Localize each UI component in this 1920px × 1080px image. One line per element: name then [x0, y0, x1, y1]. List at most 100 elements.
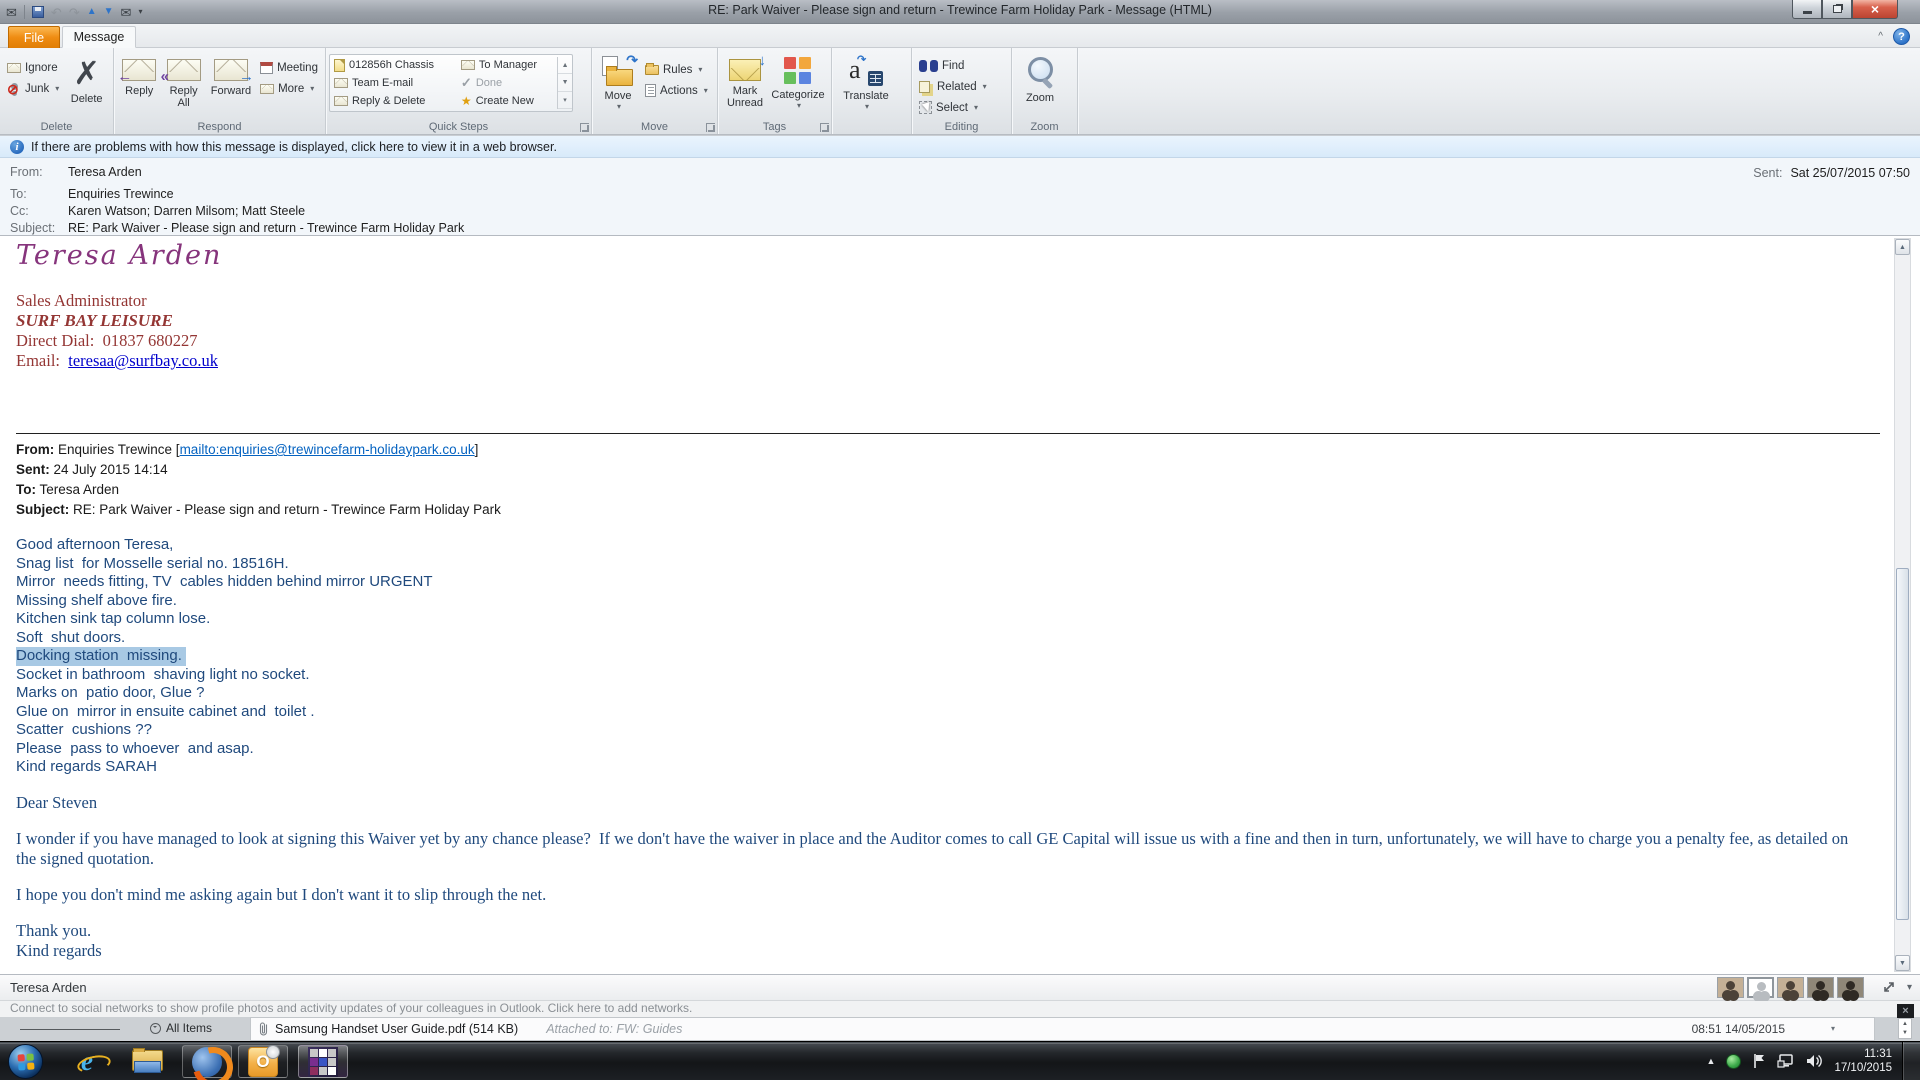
quick-step-reply-delete[interactable]: Reply & Delete — [334, 93, 461, 109]
more-button[interactable]: More▾ — [256, 78, 322, 99]
find-button[interactable]: Find — [915, 55, 991, 76]
show-desktop-button[interactable] — [1902, 1042, 1920, 1080]
volume-icon[interactable] — [1806, 1053, 1823, 1069]
minimize-button[interactable] — [1792, 0, 1822, 19]
scroll-spinner[interactable]: ▲ ▼ — [1898, 1018, 1912, 1039]
avatar[interactable] — [1777, 977, 1804, 998]
action-center-flag-icon[interactable] — [1752, 1053, 1766, 1069]
window-title: RE: Park Waiver - Please sign and return… — [300, 3, 1620, 17]
avatar-selected[interactable] — [1747, 977, 1774, 998]
tab-file[interactable]: File — [8, 26, 60, 48]
network-icon[interactable] — [1777, 1053, 1795, 1069]
tray-show-hidden-icon[interactable]: ▲ — [1707, 1056, 1716, 1066]
attachment-dropdown-icon[interactable]: ▾ — [1831, 1024, 1835, 1033]
quick-steps-more[interactable]: ▾ — [558, 92, 572, 109]
translate-button[interactable]: a ↷ Translate ▾ — [835, 51, 897, 119]
quick-steps-scroll-up[interactable]: ▲ — [558, 57, 572, 74]
actions-button[interactable]: Actions▾ — [641, 80, 712, 101]
expand-people-pane-icon[interactable] — [1883, 981, 1895, 993]
all-items-tab[interactable]: All Items — [150, 1021, 212, 1035]
redo-icon[interactable]: ↷ — [69, 6, 80, 19]
save-icon[interactable] — [32, 6, 44, 18]
delete-button[interactable]: ✗ Delete — [63, 51, 110, 119]
tags-dialog-launcher[interactable] — [820, 123, 829, 132]
mark-unread-button[interactable]: ↓ Mark Unread — [721, 51, 769, 119]
people-pane: Teresa Arden ▾ — [0, 975, 1920, 1001]
move-dialog-launcher[interactable] — [706, 123, 715, 132]
subject-value: RE: Park Waiver - Please sign and return… — [68, 221, 464, 235]
select-button[interactable]: Select▾ — [915, 97, 991, 118]
selected-text[interactable]: Docking station missing. — [16, 647, 186, 666]
quick-step-create-new[interactable]: ★ Create New — [461, 93, 555, 109]
taskbar-active-app[interactable] — [298, 1045, 348, 1078]
collapse-ribbon-icon[interactable]: ^ — [1878, 31, 1883, 42]
avatar[interactable] — [1717, 977, 1744, 998]
outlook-message-window: ✉ ↶ ↷ ▲ ▼ ✉ ▾ RE: Park Waiver - Please s… — [0, 0, 1920, 1080]
spinner-down-icon[interactable]: ▼ — [1899, 1029, 1911, 1039]
quick-step-chassis[interactable]: 012856h Chassis — [334, 57, 461, 73]
tab-message[interactable]: Message — [62, 26, 136, 48]
tray-status-icon[interactable] — [1726, 1054, 1741, 1069]
message-body[interactable]: Teresa Arden Sales Administrator SURF BA… — [0, 235, 1920, 975]
rules-button[interactable]: Rules▾ — [641, 59, 712, 80]
reply-button[interactable]: ← Reply — [117, 51, 161, 119]
taskbar-clock[interactable]: 11:31 17/10/2015 — [1834, 1047, 1892, 1075]
quick-steps-dialog-launcher[interactable] — [580, 123, 589, 132]
spinner-up-icon[interactable]: ▲ — [1899, 1019, 1911, 1029]
reply-all-button[interactable]: « Reply All — [161, 51, 205, 119]
info-bar-text[interactable]: If there are problems with how this mess… — [31, 140, 557, 154]
attachment-name[interactable]: Samsung Handset User Guide.pdf (514 KB) — [275, 1022, 518, 1036]
taskbar-explorer[interactable] — [122, 1045, 172, 1078]
group-label-respond: Respond — [114, 121, 325, 133]
quick-step-to-manager[interactable]: To Manager — [461, 57, 555, 73]
background-close-icon[interactable]: × — [1897, 1004, 1914, 1018]
categorize-button[interactable]: Categorize ▾ — [769, 51, 827, 119]
next-item-icon[interactable]: ▼ — [104, 7, 114, 17]
avatar[interactable] — [1807, 977, 1834, 998]
cc-value[interactable]: Karen Watson; Darren Milsom; Matt Steele — [68, 204, 305, 218]
quick-access-toolbar: ✉ ↶ ↷ ▲ ▼ ✉ ▾ — [6, 2, 142, 22]
junk-button[interactable]: ⊘ Junk▾ — [3, 78, 63, 99]
background-window-strip: × All Items Samsung Handset User Guide.p… — [0, 1017, 1920, 1041]
taskbar-internet-explorer[interactable]: e — [62, 1045, 112, 1078]
from-value[interactable]: Teresa Arden — [68, 165, 142, 179]
mailto-link[interactable]: mailto:enquiries@trewincefarm-holidaypar… — [180, 442, 475, 457]
quick-steps-scroll-down[interactable]: ▼ — [558, 74, 572, 91]
quick-step-done[interactable]: ✓ Done — [461, 75, 555, 91]
move-button[interactable]: ↷ Move ▾ — [595, 51, 641, 119]
forward-button[interactable]: → Forward — [206, 51, 256, 119]
close-button[interactable]: × — [1852, 0, 1898, 19]
attachment-datetime: 08:51 14/05/2015 — [1692, 1022, 1785, 1036]
quoted-separator — [16, 433, 1880, 434]
meeting-button[interactable]: Meeting — [256, 57, 322, 78]
to-value[interactable]: Enquiries Trewince — [68, 187, 174, 201]
attachment-row[interactable]: Samsung Handset User Guide.pdf (514 KB) … — [250, 1017, 1875, 1041]
email-link[interactable]: teresaa@surfbay.co.uk — [68, 351, 218, 370]
scrollbar-thumb[interactable] — [1896, 568, 1909, 919]
previous-item-icon[interactable]: ▲ — [87, 7, 97, 17]
scroll-up-button[interactable]: ▲ — [1895, 239, 1910, 255]
start-button[interactable] — [8, 1044, 43, 1079]
body-line: Missing shelf above fire. — [16, 592, 1866, 611]
taskbar-outlook[interactable]: O — [238, 1045, 288, 1078]
send-receive-icon[interactable]: ✉ — [121, 6, 132, 19]
scroll-down-button[interactable]: ▼ — [1895, 955, 1910, 971]
ribbon-group-zoom: Zoom Zoom — [1012, 48, 1078, 134]
ignore-button[interactable]: Ignore — [3, 57, 63, 78]
avatar[interactable] — [1837, 977, 1864, 998]
body-line: Please pass to whoever and asap. — [16, 740, 1866, 759]
help-button[interactable]: ? — [1893, 28, 1910, 45]
quick-step-team-email[interactable]: Team E-mail — [334, 75, 461, 91]
restore-button[interactable] — [1822, 0, 1852, 19]
body-line: Soft shut doors. — [16, 629, 1866, 648]
taskbar-firefox[interactable] — [182, 1045, 232, 1078]
qat-customize-icon[interactable]: ▾ — [138, 8, 142, 16]
message-info-bar[interactable]: i If there are problems with how this me… — [0, 136, 1920, 158]
undo-icon[interactable]: ↶ — [51, 6, 62, 19]
collapse-people-pane-icon[interactable]: ▾ — [1907, 982, 1912, 993]
social-connect-bar[interactable]: Connect to social networks to show profi… — [0, 1001, 1920, 1017]
body-scrollbar[interactable]: ▲ ▼ — [1894, 238, 1911, 972]
related-button[interactable]: Related▾ — [915, 76, 991, 97]
zoom-button[interactable]: Zoom — [1015, 51, 1065, 119]
quick-steps-box: 012856h Chassis Team E-mail Reply & Dele… — [329, 54, 573, 112]
